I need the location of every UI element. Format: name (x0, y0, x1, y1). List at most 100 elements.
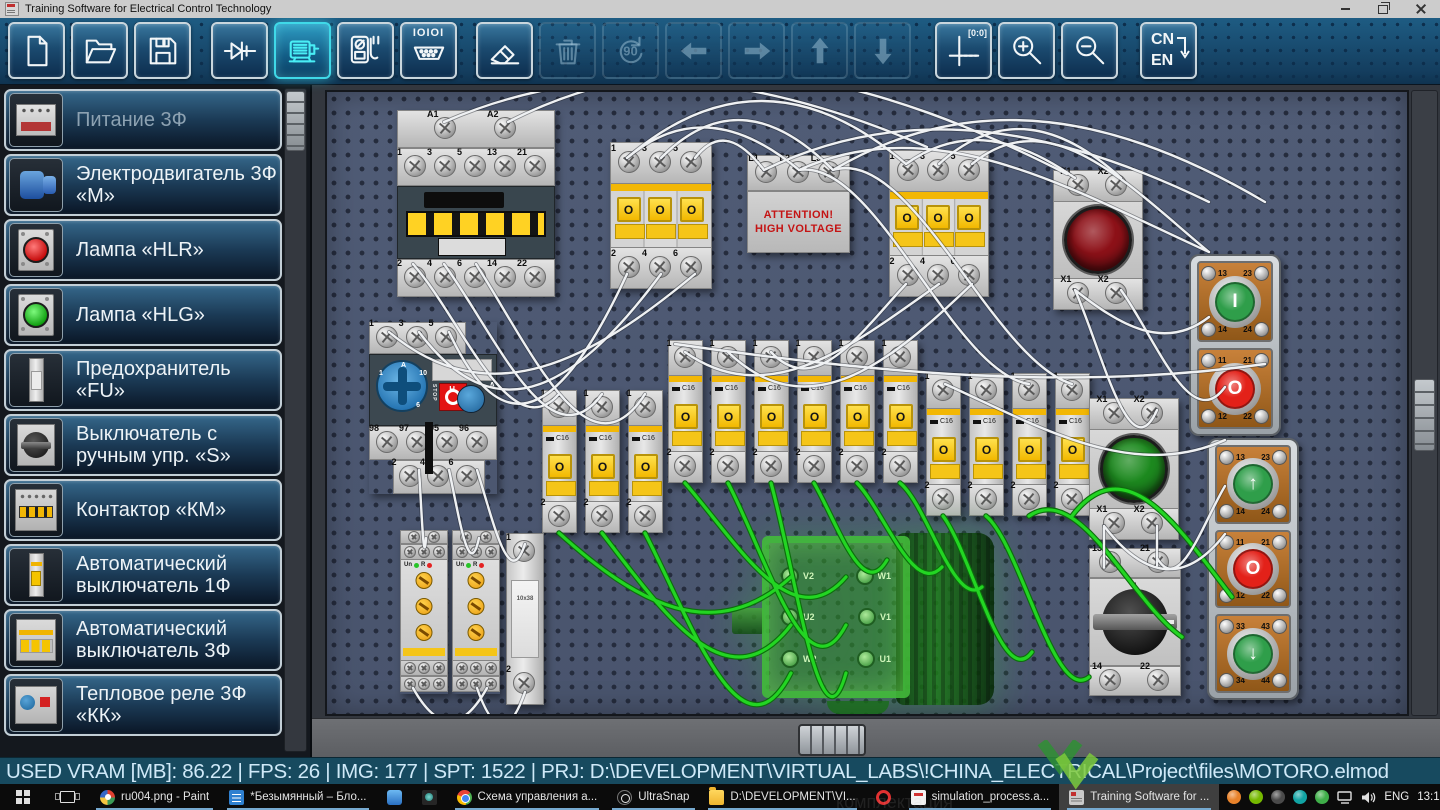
terminal-6[interactable]: 6 (958, 264, 982, 288)
terminal-6[interactable]: 6 (680, 256, 704, 280)
current-dial[interactable]: 1A106 (376, 360, 428, 412)
volume-icon[interactable] (1361, 791, 1376, 804)
terminal-2[interactable]: 2 (889, 455, 913, 479)
tray-teal-icon[interactable] (1293, 790, 1307, 804)
thermal-relay-kk[interactable]: 1351A106STOPHA98979596246 (369, 322, 497, 494)
terminal-1[interactable]: 1 (548, 396, 572, 420)
serial-port-button[interactable]: IOIOI (400, 22, 457, 79)
terminal-2[interactable]: 2 (932, 488, 956, 512)
tray-nvidia-icon[interactable] (1249, 790, 1263, 804)
terminal-5[interactable]: 5 (464, 155, 488, 179)
terminal-1[interactable]: 1 (803, 346, 827, 370)
terminal-X1[interactable]: X1 (1067, 282, 1091, 306)
timer-dial[interactable] (416, 598, 433, 615)
terminal-2[interactable]: 2 (404, 266, 428, 290)
timer-dial[interactable] (468, 598, 485, 615)
terminal-2[interactable]: 2 (760, 455, 784, 479)
workbench-board[interactable]: A1A213513212461422135OOO246L1L2L3ATTENTI… (325, 90, 1409, 716)
terminal-1[interactable]: 1 (760, 346, 784, 370)
palette-item-4[interactable]: Лампа «HLG» (4, 284, 282, 346)
power-supply-3p[interactable]: L1L2L3ATTENTION!HIGH VOLTAGE (747, 155, 850, 253)
terminal-2[interactable]: 2 (399, 465, 423, 489)
terminal-22[interactable]: 22 (1147, 669, 1171, 693)
terminal-X1[interactable]: X1 (1103, 402, 1127, 426)
zoom-out-button[interactable] (1061, 22, 1118, 79)
taskbar-app-8[interactable] (866, 784, 901, 810)
terminal-2[interactable]: 2 (674, 455, 698, 479)
terminal-5[interactable]: 5 (680, 151, 704, 175)
terminal-X2[interactable]: X2 (1141, 512, 1165, 536)
terminal-A1[interactable]: A1 (434, 117, 458, 141)
terminal-5[interactable]: 5 (958, 159, 982, 183)
pushbutton-unit-↓[interactable]: 33433444↓ (1215, 614, 1291, 693)
taskbar-app-10[interactable]: Training Software for ... (1059, 784, 1219, 810)
terminal-2[interactable]: 2 (1018, 488, 1042, 512)
terminal-1[interactable]: 1 (591, 396, 615, 420)
network-icon[interactable] (1337, 791, 1353, 804)
save-file-button[interactable] (134, 22, 191, 79)
terminal-2[interactable]: 2 (634, 505, 658, 529)
minimize-button[interactable] (1326, 0, 1364, 18)
terminal-1[interactable]: 1 (618, 151, 642, 175)
multimeter-button[interactable] (337, 22, 394, 79)
terminal-1[interactable]: 1 (897, 159, 921, 183)
breaker-1p-11[interactable]: 1C16O2 (969, 373, 1004, 516)
palette-item-10[interactable]: Тепловое реле 3Ф «КК» (4, 674, 282, 736)
terminal-14[interactable]: 14 (494, 266, 518, 290)
close-button[interactable] (1402, 0, 1440, 18)
timer-dial[interactable] (416, 572, 433, 589)
time-relay-2[interactable]: UnR (452, 530, 500, 694)
taskbar-app-7[interactable]: D:\DEVELOPMENT\VI... (699, 784, 865, 810)
terminal-A2[interactable]: A2 (494, 117, 518, 141)
lamp-hlg[interactable]: X1X2X1X2 (1089, 398, 1179, 540)
switch-knob[interactable] (1102, 589, 1168, 655)
button-station-start-stop[interactable]: 13231424I11211222O (1189, 254, 1281, 436)
terminal-14[interactable]: 14 (1099, 669, 1123, 693)
terminal-L3[interactable]: L3 (818, 161, 842, 185)
tray-language[interactable]: ENG (1384, 791, 1409, 803)
terminal-13[interactable]: 13 (1099, 551, 1123, 575)
terminal-6[interactable]: 6 (456, 465, 480, 489)
start-button[interactable] (0, 784, 45, 810)
horizontal-scrollbar-handle[interactable] (798, 724, 866, 756)
terminal-5[interactable]: 5 (435, 326, 459, 350)
palette-item-2[interactable]: Электродвигатель 3Ф «М» (4, 154, 282, 216)
terminal-2[interactable]: 2 (1061, 488, 1085, 512)
taskbar-app-4[interactable] (412, 784, 447, 810)
terminal-1[interactable]: 1 (1061, 379, 1085, 403)
task-view-button[interactable] (45, 784, 90, 810)
terminal-1[interactable]: 1 (975, 379, 999, 403)
breaker-1p-4[interactable]: 1C16O2 (668, 340, 703, 483)
terminal-3[interactable]: 3 (434, 155, 458, 179)
breaker-1p-5[interactable]: 1C16O2 (711, 340, 746, 483)
terminal-1[interactable]: 1 (376, 326, 400, 350)
terminal-96[interactable]: 96 (466, 431, 490, 455)
vertical-scrollbar-handle[interactable] (1414, 379, 1435, 451)
terminal-1[interactable]: 1 (634, 396, 658, 420)
palette-scrollbar[interactable] (284, 88, 307, 752)
breaker-1p-10[interactable]: 1C16O2 (926, 373, 961, 516)
terminal-L1[interactable]: L1 (755, 161, 779, 185)
component-diode-button[interactable] (211, 22, 268, 79)
palette-item-6[interactable]: Выключатель с ручным упр. «S» (4, 414, 282, 476)
timer-dial[interactable] (416, 624, 433, 641)
palette-item-5[interactable]: Предохранитель «FU» (4, 349, 282, 411)
terminal-1[interactable]: 1 (674, 346, 698, 370)
new-file-button[interactable] (8, 22, 65, 79)
terminal-3[interactable]: 3 (649, 151, 673, 175)
terminal-21[interactable]: 21 (1147, 551, 1171, 575)
breaker-1p-9[interactable]: 1C16O2 (883, 340, 918, 483)
open-file-button[interactable] (71, 22, 128, 79)
terminal-4[interactable]: 4 (927, 264, 951, 288)
manual-switch-s[interactable]: 1321101422 (1089, 548, 1181, 696)
contactor-km[interactable]: A1A213513212461422 (397, 110, 555, 297)
language-toggle-button[interactable]: CNEN (1140, 22, 1197, 79)
terminal-21[interactable]: 21 (524, 155, 548, 179)
breaker-1p-7[interactable]: 1C16O2 (797, 340, 832, 483)
terminal-1[interactable]: 1 (717, 346, 741, 370)
palette-item-1[interactable]: Питание 3Ф (4, 89, 282, 151)
button-station-updown[interactable]: 13231424↑11211222O33433444↓ (1207, 438, 1299, 700)
terminal-4[interactable]: 4 (434, 266, 458, 290)
terminal-1[interactable]: 1 (846, 346, 870, 370)
taskbar-app-9[interactable]: simulation_process.a... (901, 784, 1060, 810)
